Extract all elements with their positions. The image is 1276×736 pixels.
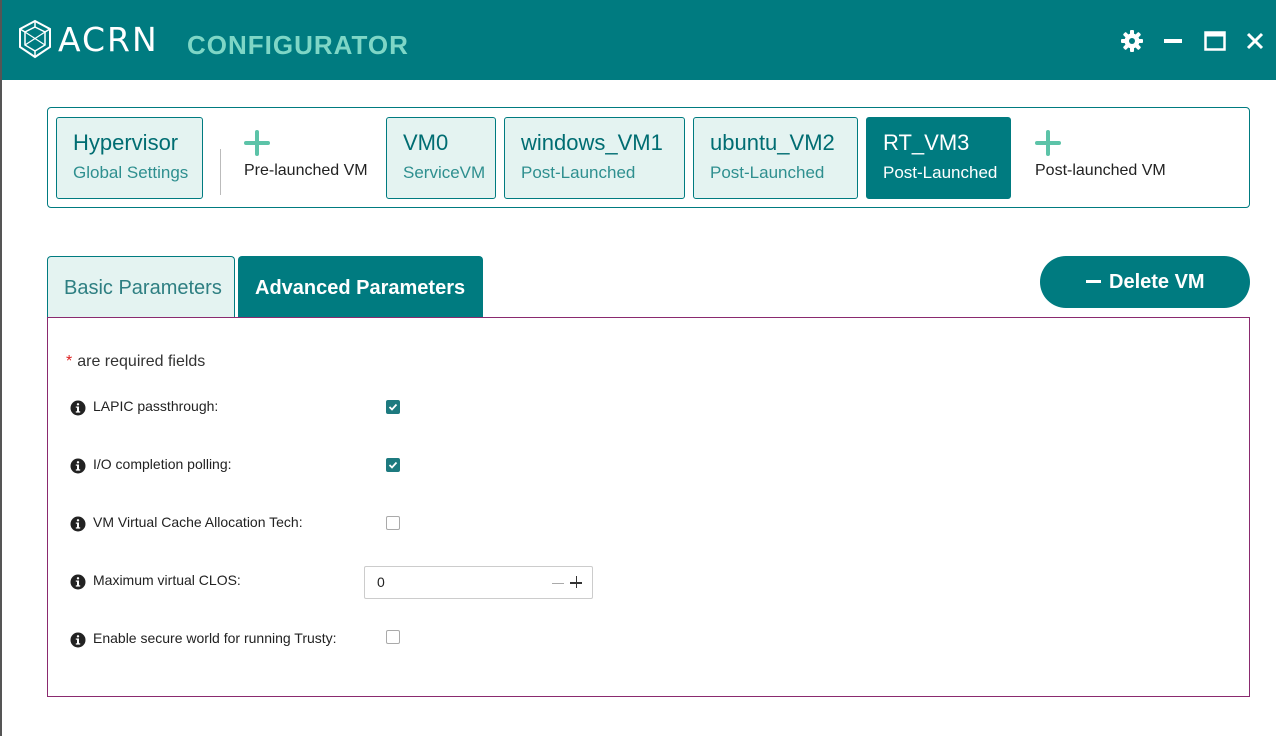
increment-icon[interactable] [570, 576, 582, 588]
vm-type: ServiceVM [403, 163, 486, 182]
tab-basic-parameters[interactable]: Basic Parameters [47, 256, 235, 318]
hypervisor-sub: Global Settings [73, 163, 189, 182]
info-icon[interactable] [70, 458, 86, 474]
field-label: I/O completion polling: [93, 456, 232, 472]
hypervisor-name: Hypervisor [73, 130, 179, 155]
stepper-value[interactable]: 0 [377, 574, 385, 590]
title-bar: ACRN CONFIGURATOR [2, 0, 1276, 80]
maximum-virtual-clos-stepper[interactable]: 0 [364, 566, 593, 599]
required-fields-note: * are required fields [66, 353, 205, 371]
vm-name: windows_VM1 [521, 130, 663, 155]
logo-text: ACRN [58, 20, 159, 59]
vm-card-ubuntu-vm2[interactable]: ubuntu_VM2 Post-Launched [693, 117, 858, 199]
delete-vm-label: Delete VM [1109, 271, 1205, 293]
add-pre-launched-vm-button[interactable]: Pre-launched VM [244, 126, 374, 196]
required-star: * [66, 353, 73, 370]
info-icon[interactable] [70, 400, 86, 416]
strip-divider [220, 149, 221, 195]
vm-type: Post-Launched [710, 163, 825, 182]
info-icon[interactable] [70, 574, 86, 590]
add-post-launched-vm-button[interactable]: Post-launched VM [1035, 126, 1175, 196]
vm-card-rt-vm3[interactable]: RT_VM3 Post-Launched [866, 117, 1011, 199]
vm-name: VM0 [403, 130, 449, 155]
plus-icon [1035, 130, 1061, 156]
vm-virtual-cache-allocation-checkbox[interactable] [386, 516, 400, 530]
vm-type: Post-Launched [521, 163, 636, 182]
info-icon[interactable] [70, 516, 86, 532]
field-label: LAPIC passthrough: [93, 398, 219, 414]
check-icon [388, 461, 398, 469]
window-border [0, 0, 2, 736]
vm-card-windows-vm1[interactable]: windows_VM1 Post-Launched [504, 117, 685, 199]
maximize-icon[interactable] [1202, 28, 1228, 54]
delete-vm-button[interactable]: Delete VM [1040, 256, 1250, 308]
add-post-launched-label: Post-launched VM [1035, 162, 1166, 179]
required-text: are required fields [77, 353, 206, 370]
minus-icon [1086, 280, 1101, 283]
decrement-icon[interactable] [552, 583, 564, 584]
enable-secure-world-checkbox[interactable] [386, 630, 400, 644]
minimize-icon[interactable] [1160, 28, 1186, 54]
tab-advanced-parameters[interactable]: Advanced Parameters [238, 256, 483, 318]
field-label: Enable secure world for running Trusty: [93, 630, 337, 646]
field-label: VM Virtual Cache Allocation Tech: [93, 514, 303, 530]
lapic-passthrough-checkbox[interactable] [386, 400, 400, 414]
acrn-logo-icon [19, 19, 51, 59]
vm-card-vm0[interactable]: VM0 ServiceVM [386, 117, 496, 199]
vm-selector-strip: Hypervisor Global Settings Pre-launched … [47, 107, 1250, 208]
hypervisor-card[interactable]: Hypervisor Global Settings [56, 117, 203, 199]
io-completion-polling-checkbox[interactable] [386, 458, 400, 472]
check-icon [388, 403, 398, 411]
info-icon[interactable] [70, 632, 86, 648]
add-pre-launched-label: Pre-launched VM [244, 162, 368, 179]
vm-name: RT_VM3 [883, 130, 970, 155]
close-icon[interactable] [1242, 28, 1268, 54]
plus-icon [244, 130, 270, 156]
vm-name: ubuntu_VM2 [710, 130, 835, 155]
gear-icon[interactable] [1119, 28, 1145, 54]
vm-type: Post-Launched [883, 163, 998, 182]
app-subtitle: CONFIGURATOR [187, 30, 409, 60]
advanced-parameters-panel: * are required fields LAPIC passthrough: … [47, 317, 1250, 697]
field-label: Maximum virtual CLOS: [93, 572, 241, 588]
